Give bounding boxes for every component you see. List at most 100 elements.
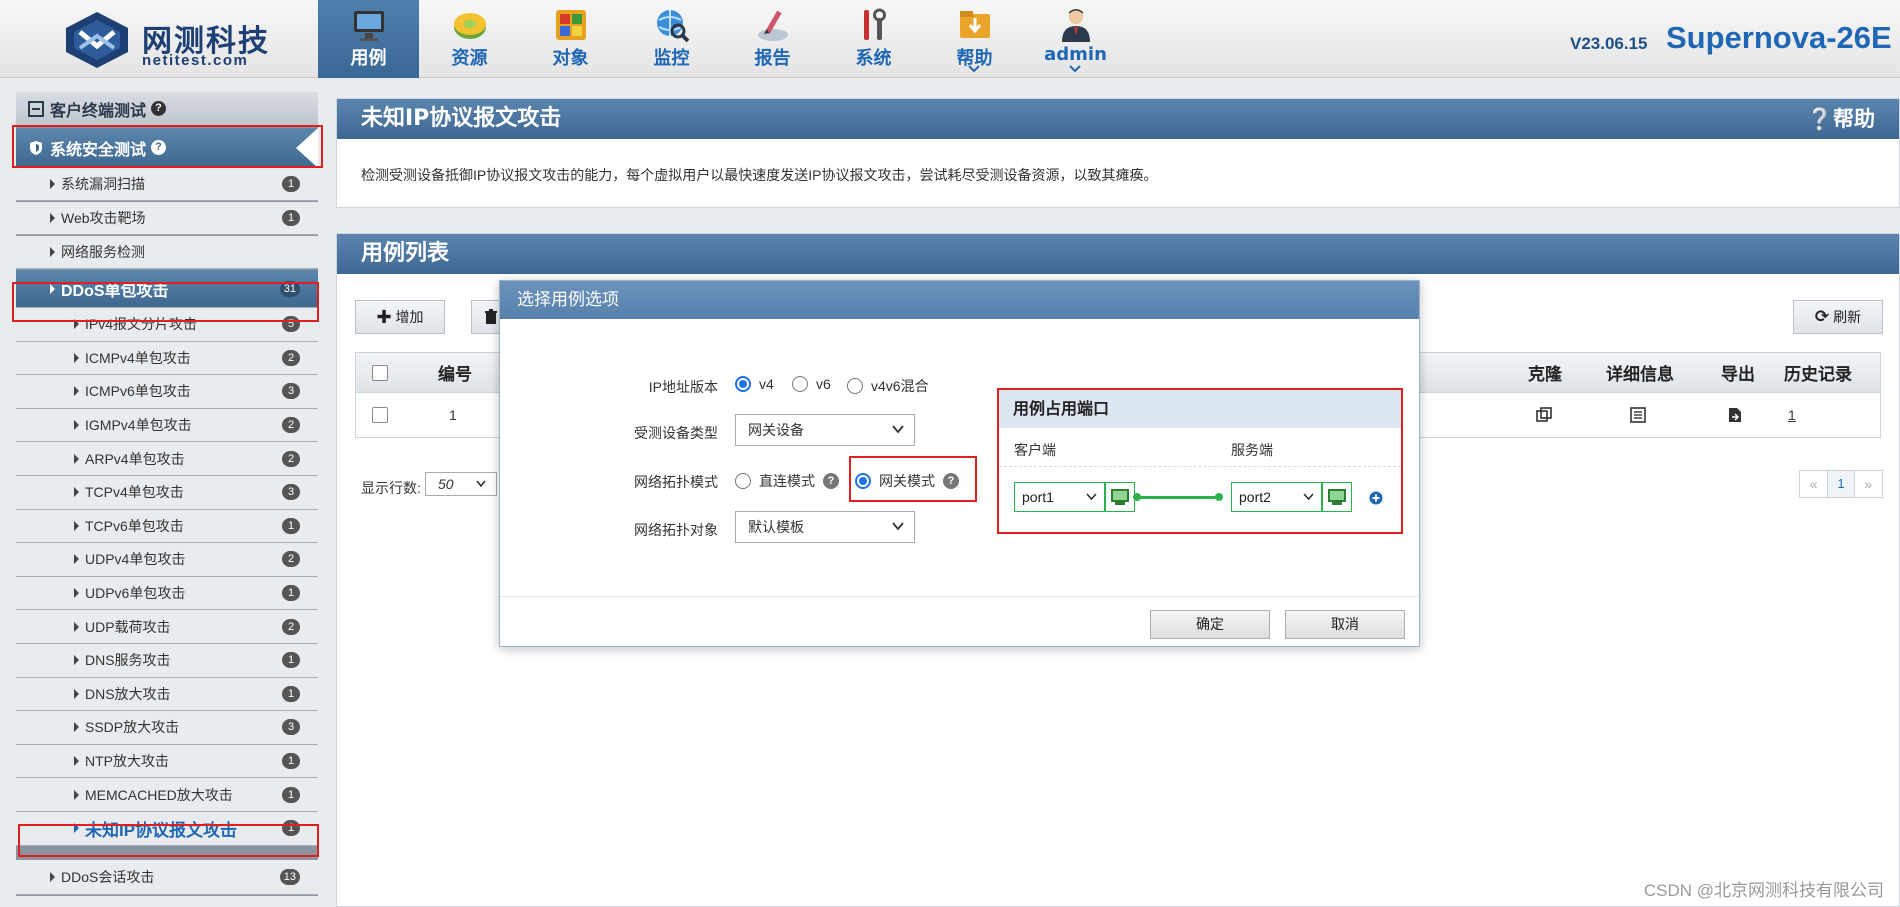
sidebar-subitem[interactable]: UDP载荷攻击 2 [16,610,318,644]
cancel-button[interactable]: 取消 [1285,610,1405,639]
rows-per-page-select[interactable]: 50 [425,472,497,496]
radio-ipv4v6-mixed[interactable]: v4v6混合 [847,376,929,396]
confirm-button[interactable]: 确定 [1150,610,1270,639]
next-page-button[interactable]: » [1855,471,1882,497]
sidebar-subitem[interactable]: UDPv6单包攻击 1 [16,576,318,611]
count-badge: 2 [282,618,300,635]
topology-object-select[interactable]: 默认模板 [735,511,915,543]
help-icon[interactable]: ? [151,101,167,116]
count-badge: 13 [279,869,300,885]
sidebar-subitem[interactable]: ARPv4单包攻击 2 [16,442,318,476]
caret-right-icon [50,179,55,189]
clone-icon[interactable] [1536,407,1552,423]
row-id: 1 [449,407,457,423]
sidebar-subitem[interactable]: DNS放大攻击 1 [16,677,318,712]
help-icon[interactable]: ? [823,473,839,489]
nav-item-report[interactable]: 报告 [722,0,823,78]
history-link[interactable]: 1 [1788,407,1796,423]
detail-list-icon[interactable] [1630,407,1646,423]
watermark: CSDN @北京网测科技有限公司 [1643,881,1884,900]
topology-mode-label: 网络拓扑模式 [634,474,718,490]
count-badge: 1 [282,210,300,226]
sidebar-subitem[interactable]: UDPv4单包攻击 2 [16,543,318,577]
dialog-title: 选择用例选项 [500,281,1419,319]
sidebar-subitem-label: UDP载荷攻击 [85,618,171,635]
caret-right-icon [74,621,79,632]
nav-item-usecase[interactable]: 用例 [318,0,419,78]
caret-right-icon [74,520,79,531]
count-badge: 2 [282,551,300,568]
count-badge: 1 [282,685,300,702]
nav-item-resource[interactable]: 资源 [419,0,520,78]
nav-item-monitor[interactable]: 监控 [621,0,722,78]
user-avatar-icon [1062,9,1090,42]
nav-item-system[interactable]: 系统 [823,0,924,78]
radio-direct-mode[interactable]: 直连模式 ? [735,471,839,491]
testcase-description: 检测受测设备抵御IP协议报文攻击的能力，每个虚拟用户以最快速度发送IP协议报文攻… [361,167,1158,183]
monitor-globe-icon [657,10,690,43]
dialog-footer-divider [500,596,1419,597]
nav-label: 系统 [855,48,892,69]
nav-item-object[interactable]: 对象 [520,0,621,78]
sidebar-subitem[interactable]: ICMPv6单包攻击 3 [16,375,318,409]
sidebar-item-label: DDoS会话攻击 [61,869,155,885]
export-file-icon[interactable] [1728,407,1742,423]
sidebar-subitem[interactable]: TCPv6单包攻击 1 [16,509,318,544]
sidebar-subitem[interactable]: DNS服务攻击 1 [16,644,318,678]
collapse-square-icon [28,100,44,117]
radio-dot [735,376,751,392]
sidebar-cat-client[interactable]: 客户终端测试 ? [16,92,318,126]
company-logo[interactable]: 网测科技 netitest.com [62,8,282,70]
radio-ipv4[interactable]: v4 [735,376,774,392]
radio-ipv6[interactable]: v6 [792,376,831,392]
caret-right-icon [74,487,79,498]
select-all-checkbox[interactable] [372,364,388,381]
highlight-box [18,824,319,857]
system-tools-icon [864,8,886,40]
nav-item-help[interactable]: 帮助 [924,0,1025,78]
sidebar-subitem[interactable]: NTP放大攻击 1 [16,744,318,779]
top-header: 网测科技 netitest.com 用例 资源 对象 监控 报告 系统 帮助 a… [0,0,1900,78]
col-history: 历史记录 [1784,365,1852,385]
row-checkbox[interactable] [372,407,388,423]
sidebar-item-vuln-scan[interactable]: 系统漏洞扫描 1 [16,168,318,201]
sidebar-subitem-label: DNS服务攻击 [85,652,171,669]
nav-item-admin[interactable]: admin [1025,0,1126,78]
page-number[interactable]: 1 [1827,471,1855,497]
trash-icon [485,309,497,324]
sidebar-item-net-service[interactable]: 网络服务检测 [16,236,318,269]
caret-right-icon [50,247,55,257]
rows-per-page-value: 50 [438,476,454,492]
help-link[interactable]: ❔帮助 [1807,99,1875,139]
sidebar-subitem[interactable]: TCPv4单包攻击 3 [16,476,318,510]
rows-per-page-label: 显示行数: [361,480,421,496]
sidebar-subitem-label: MEMCACHED放大攻击 [85,786,233,803]
resource-disc-icon [454,13,486,39]
sidebar-subitem-label: UDPv6单包攻击 [85,585,186,602]
device-type-label: 受测设备类型 [634,425,718,441]
plus-icon: ✚ [376,306,392,327]
sidebar-subitem[interactable]: IGMPv4单包攻击 2 [16,408,318,443]
highlight-box [12,282,319,322]
sidebar-subitem[interactable]: SSDP放大攻击 3 [16,711,318,745]
caret-right-icon [74,756,79,767]
prev-page-button[interactable]: « [1800,471,1827,497]
count-badge: 3 [282,383,300,400]
sidebar-item-ddos-session[interactable]: DDoS会话攻击 13 [16,860,318,895]
refresh-button[interactable]: ⟳ 刷新 [1793,300,1883,334]
count-badge: 2 [282,417,300,434]
add-button[interactable]: ✚ 增加 [355,300,445,334]
sidebar-item-label: Web攻击靶场 [61,210,146,226]
sidebar-item-web-range[interactable]: Web攻击靶场 1 [16,202,318,235]
device-type-select[interactable]: 网关设备 [735,414,915,446]
chevron-down-icon [892,425,904,434]
caret-right-icon [74,386,79,397]
caret-right-icon [74,588,79,599]
nav-label: 用例 [350,48,387,69]
sidebar-item-next[interactable] [16,896,318,907]
sidebar-subitem[interactable]: ICMPv4单包攻击 2 [16,341,318,376]
sidebar-item-label: 系统漏洞扫描 [61,176,145,192]
sidebar-subitem[interactable]: MEMCACHED放大攻击 1 [16,778,318,812]
count-badge: 1 [282,517,300,534]
help-icon: ❔ [1806,107,1833,131]
